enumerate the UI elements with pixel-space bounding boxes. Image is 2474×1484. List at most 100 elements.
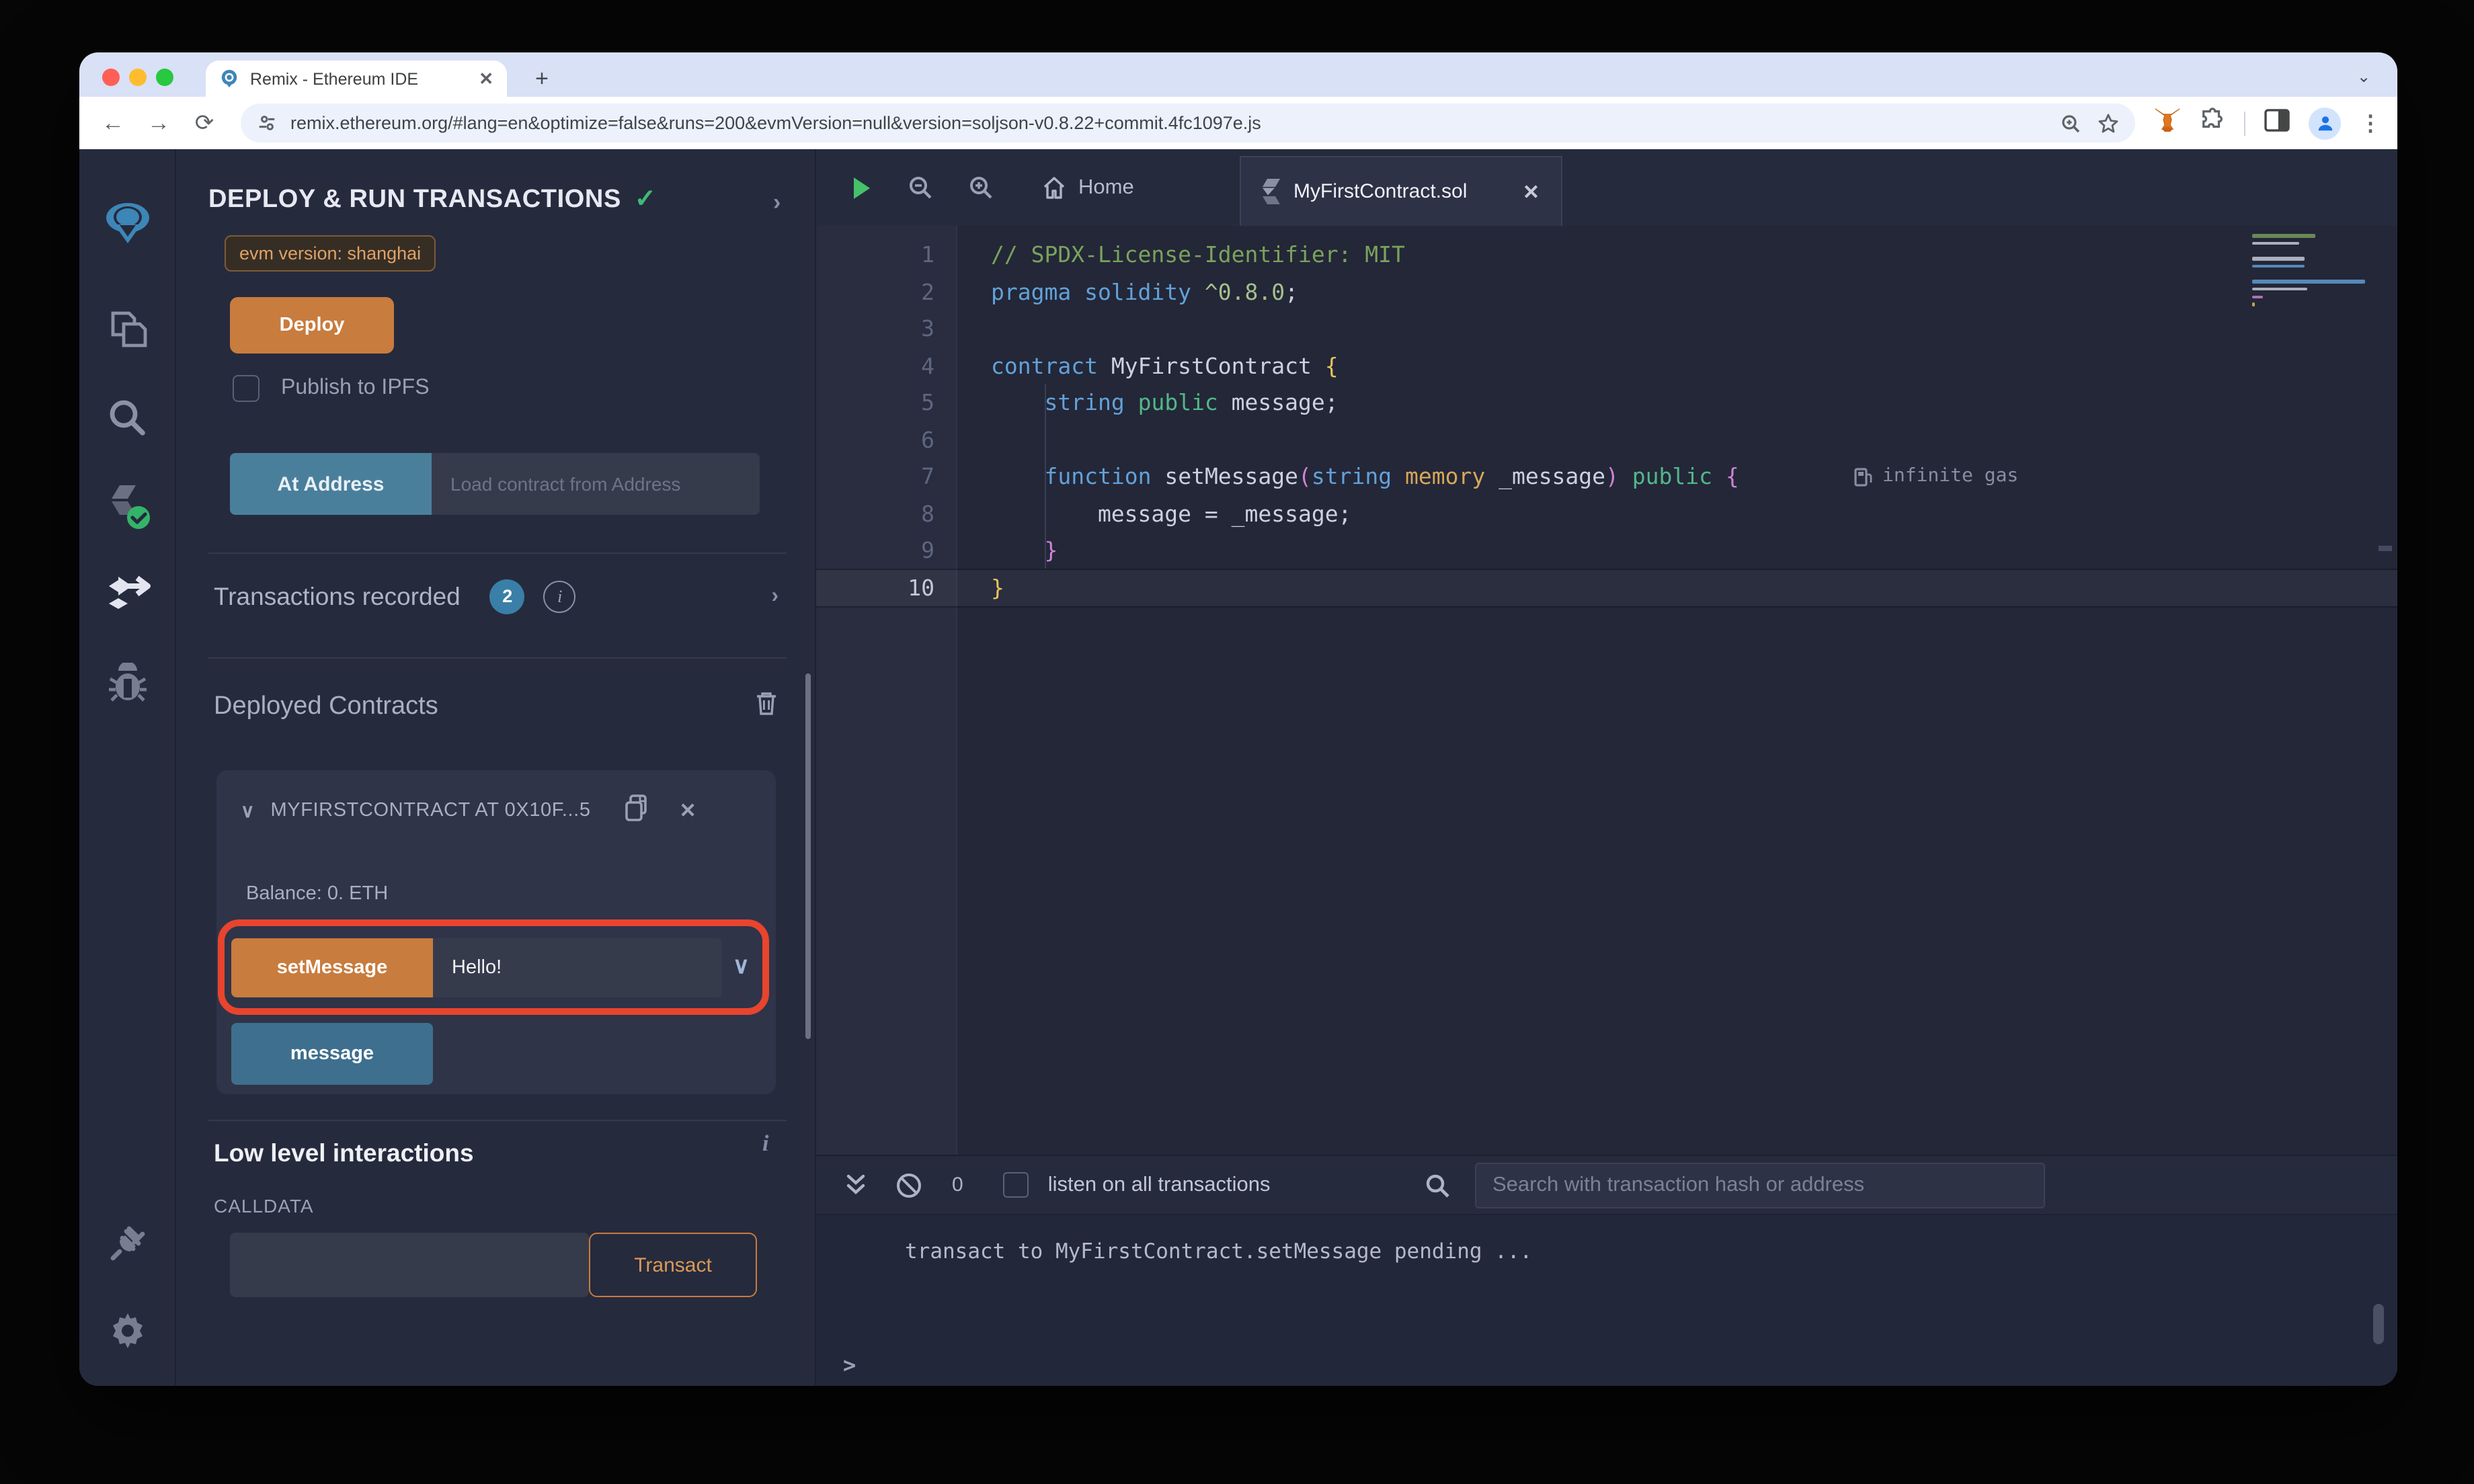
code-line[interactable]: 6 <box>816 421 2397 458</box>
message-getter-button[interactable]: message <box>231 1023 433 1085</box>
low-level-info-icon[interactable]: i <box>762 1130 768 1157</box>
clear-deployed-trash-icon[interactable] <box>754 690 779 723</box>
zoom-out-icon[interactable] <box>908 175 933 200</box>
minimap[interactable] <box>2252 234 2380 311</box>
file-tab-active[interactable]: MyFirstContract.sol ✕ <box>1240 156 1562 226</box>
tab-search-icon[interactable]: ⌄ <box>2349 63 2379 93</box>
copy-address-icon[interactable] <box>623 792 650 829</box>
line-number: 9 <box>921 538 934 563</box>
set-message-input[interactable] <box>433 938 722 997</box>
panel-title: DEPLOY & RUN TRANSACTIONS <box>208 185 621 213</box>
listen-all-checkbox[interactable] <box>1003 1172 1029 1198</box>
gas-estimate-annotation: infinite gas <box>1854 458 2018 495</box>
url-text[interactable]: remix.ethereum.org/#lang=en&optimize=fal… <box>290 113 2044 133</box>
minimap-line <box>2252 280 2365 284</box>
address-bar[interactable]: remix.ethereum.org/#lang=en&optimize=fal… <box>241 104 2135 142</box>
code-line[interactable]: 4 contract MyFirstContract { <box>816 347 2397 384</box>
zoom-in-icon[interactable] <box>968 175 994 200</box>
contract-expand-chevron-icon[interactable]: ∨ <box>241 799 255 822</box>
code-line[interactable]: 8 message = _message; <box>816 495 2397 532</box>
close-window-button[interactable] <box>102 69 120 86</box>
home-tab-label: Home <box>1078 175 1134 198</box>
collapse-terminal-icon[interactable] <box>846 1173 866 1197</box>
terminal-search-input[interactable] <box>1475 1163 2045 1208</box>
remix-logo-icon[interactable] <box>79 195 176 251</box>
contract-balance: Balance: 0. ETH <box>246 883 389 905</box>
home-tab[interactable]: Home <box>1042 175 1134 200</box>
code-text: message = _message; <box>991 501 1352 526</box>
zoom-page-icon[interactable] <box>2060 112 2081 134</box>
code-text: contract MyFirstContract { <box>991 353 1339 378</box>
panel-more-chevron-icon[interactable]: › <box>773 190 781 216</box>
at-address-input[interactable] <box>432 453 760 515</box>
tab-close-icon[interactable]: ✕ <box>479 68 493 89</box>
side-panel-icon[interactable] <box>2264 108 2290 138</box>
solidity-compiler-icon[interactable] <box>79 483 176 534</box>
reload-icon[interactable]: ⟳ <box>187 106 222 140</box>
transact-button[interactable]: Transact <box>589 1233 757 1297</box>
run-script-play-icon[interactable] <box>851 175 873 200</box>
toolbar-divider <box>2244 111 2245 135</box>
terminal-toolbar: 0 listen on all transactions <box>816 1156 2397 1215</box>
minimap-line <box>2252 241 2299 245</box>
remove-contract-icon[interactable]: ✕ <box>680 798 696 823</box>
code-line[interactable]: 7 function setMessage(string memory _mes… <box>816 458 2397 495</box>
zoom-window-button[interactable] <box>156 69 173 86</box>
minimap-line <box>2252 257 2305 261</box>
set-message-button[interactable]: setMessage <box>231 938 433 997</box>
browser-menu-kebab-icon[interactable]: ⋮ <box>2360 110 2381 136</box>
contract-title: MYFIRSTCONTRACT AT 0X10F...5 <box>270 800 591 821</box>
solidity-file-icon <box>1263 179 1280 204</box>
settings-gear-icon[interactable] <box>79 1308 176 1354</box>
bookmark-star-icon[interactable] <box>2098 112 2119 134</box>
code-text: } <box>1044 538 1058 563</box>
transactions-expand-chevron-icon[interactable]: › <box>771 585 779 609</box>
code-line[interactable]: 10} <box>816 569 2397 606</box>
back-icon[interactable]: ← <box>95 106 130 140</box>
terminal-prompt[interactable]: > <box>843 1352 856 1378</box>
calldata-label: CALLDATA <box>214 1195 314 1217</box>
panel-scrollbar[interactable] <box>805 673 811 1039</box>
code-line[interactable]: 3 <box>816 311 2397 347</box>
code-line[interactable]: 5 string public message; <box>816 384 2397 421</box>
terminal-scrollbar[interactable] <box>2373 1304 2384 1344</box>
debugger-icon[interactable] <box>79 663 176 706</box>
site-settings-icon[interactable] <box>257 113 277 133</box>
evm-version-badge: evm version: shanghai <box>225 235 436 272</box>
file-tab-close-icon[interactable]: ✕ <box>1523 179 1540 204</box>
expand-args-chevron-icon[interactable]: ∨ <box>733 953 750 980</box>
calldata-input[interactable] <box>230 1233 589 1297</box>
line-number: 2 <box>921 279 934 304</box>
code-line[interactable]: 9 } <box>816 532 2397 569</box>
profile-avatar[interactable] <box>2309 107 2341 139</box>
browser-window: Remix - Ethereum IDE ✕ + ⌄ ← → ⟳ remix.e… <box>79 52 2397 1386</box>
at-address-button[interactable]: At Address <box>230 453 432 515</box>
plugin-manager-icon[interactable] <box>79 1219 176 1268</box>
deploy-button[interactable]: Deploy <box>230 297 394 354</box>
clear-console-ban-icon[interactable] <box>895 1171 922 1198</box>
line-number: 6 <box>921 427 934 452</box>
code-text: string public message; <box>1044 390 1339 415</box>
metamask-extension-icon[interactable] <box>2154 107 2181 139</box>
browser-tab[interactable]: Remix - Ethereum IDE ✕ <box>206 60 507 97</box>
publish-ipfs-checkbox[interactable] <box>233 375 260 402</box>
code-line[interactable]: 1 // SPDX-License-Identifier: MIT <box>816 237 2397 274</box>
file-explorer-icon[interactable] <box>79 308 176 351</box>
transactions-info-icon[interactable]: i <box>543 581 576 613</box>
extensions-puzzle-icon[interactable] <box>2200 107 2225 139</box>
plugin-icon-rail <box>79 149 176 1386</box>
minimap-line <box>2252 264 2305 268</box>
code-line[interactable]: 2 pragma solidity ^0.8.0; <box>816 274 2397 311</box>
deploy-run-icon[interactable] <box>79 574 176 620</box>
screenshot-stage: Remix - Ethereum IDE ✕ + ⌄ ← → ⟳ remix.e… <box>0 0 2474 1484</box>
minimize-window-button[interactable] <box>129 69 147 86</box>
code-region[interactable]: 1 // SPDX-License-Identifier: MIT 2 pragma … <box>816 226 2397 1155</box>
code-text: pragma solidity ^0.8.0; <box>991 279 1298 304</box>
toolbar-extensions: ⋮ <box>2154 107 2381 139</box>
listen-all-label: listen on all transactions <box>1047 1173 1271 1196</box>
line-number: 10 <box>908 575 934 600</box>
search-icon[interactable] <box>79 397 176 440</box>
new-tab-button[interactable]: + <box>526 63 558 95</box>
editor-scrollbar-mark[interactable] <box>2379 546 2392 551</box>
forward-icon[interactable]: → <box>141 106 176 140</box>
